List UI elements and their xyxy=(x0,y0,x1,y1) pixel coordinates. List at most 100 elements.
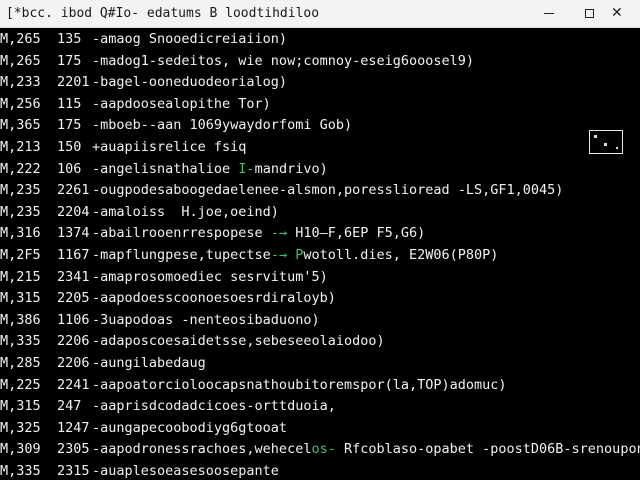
log-message-text: -madog1-sedeitos, wie now;comnoy-eseig6o… xyxy=(92,52,475,69)
log-timestamp: M,285 xyxy=(0,355,41,371)
log-timestamp: M,222 xyxy=(0,160,41,177)
log-message-text: -aapodronessrachoes,wehecel xyxy=(92,441,312,458)
log-message: -abailrooenrrespopese -→ H10‒F,6EP F5,G6… xyxy=(92,224,425,242)
log-message-text: -ougpodesaboogedaelenee-alsmon,poresslio… xyxy=(92,182,564,199)
mouse-cursor-overlay xyxy=(589,130,623,154)
log-message-text: -aaprisdcodadcicoes-orttduoia, xyxy=(92,398,336,415)
log-message-text: H10‒F,6EP F5,G6) xyxy=(287,225,426,242)
log-pid: 1374 xyxy=(57,225,90,242)
log-message: -amaloiss H.joe,oeind) xyxy=(92,203,279,221)
log-pid: 2261 xyxy=(57,182,90,199)
log-message-text: -aapdoosealopithe Tor) xyxy=(92,95,271,112)
terminal-window: [*bcc. ibod Q#Io- edatums B loodtihdiloo… xyxy=(0,0,640,480)
log-pid: 150 xyxy=(57,139,82,155)
log-message-text: -aapodoesscoonoesoesrdiraloyb) xyxy=(92,290,336,307)
log-message: -aaprisdcodadcicoes-orttduoia, xyxy=(92,397,336,415)
log-message-text: -3uapodoas -nenteosibaduono) xyxy=(92,311,320,328)
log-message: -adaposcoesaidetsse,sebeseeolaiodoo) xyxy=(92,332,385,350)
log-highlight: -→ P xyxy=(270,247,304,263)
log-message-text: -aungapecoobodiyg6gtooat xyxy=(92,419,288,436)
log-message-text: -auaplesoeasesoosepante xyxy=(92,463,279,479)
log-pid: 135 xyxy=(57,31,82,47)
log-message: -amaprosomoediec sesrvitum'5) xyxy=(92,268,328,286)
log-message: -mapflungpese,tupectse-→ Pwotoll.dies, E… xyxy=(92,246,498,264)
log-pid: 175 xyxy=(57,52,82,69)
log-message: -aapodoesscoonoesoesrdiraloyb) xyxy=(92,289,336,307)
log-pid: 1106 xyxy=(57,311,90,328)
log-message: +auapiisrelice fsiq xyxy=(92,138,246,156)
log-message: -bagel-ooneduodeorialog) xyxy=(92,73,287,91)
log-timestamp: M,265 xyxy=(0,52,41,69)
log-message-text: -adaposcoesaidetsse,sebeseeolaiodoo) xyxy=(92,333,385,350)
log-timestamp: M,335 xyxy=(0,463,41,479)
cursor-dot xyxy=(604,143,607,146)
log-timestamp: M,235 xyxy=(0,182,41,199)
log-message: -aapodronessrachoes,wehecelos- Rfcoblaso… xyxy=(92,440,640,458)
log-message: -aungilabedaug xyxy=(92,354,206,372)
log-timestamp: M,316 xyxy=(0,225,41,242)
log-pid: 1167 xyxy=(57,247,90,263)
log-message-text: -aapoatorcioloocapsnathoubitoremspor(la,… xyxy=(92,376,507,393)
log-pid: 2315 xyxy=(57,463,90,479)
close-icon: ✕ xyxy=(611,5,623,21)
close-button[interactable]: ✕ xyxy=(601,0,639,28)
title-bar[interactable]: [*bcc. ibod Q#Io- edatums B loodtihdiloo… xyxy=(0,0,640,28)
log-pid: 115 xyxy=(57,95,82,112)
log-message-text: -amaprosomoediec sesrvitum'5) xyxy=(92,268,328,285)
log-message: -aungapecoobodiyg6gtooat xyxy=(92,419,287,437)
log-pid: 175 xyxy=(57,117,82,134)
log-message-text: -mboeb--aan 1069ywaydorfomi Gob) xyxy=(92,117,353,134)
log-timestamp: M,233 xyxy=(0,74,41,91)
log-pid: 247 xyxy=(57,398,82,415)
log-timestamp: M,265 xyxy=(0,31,41,47)
log-message: -amaog Snooedicreiaiion) xyxy=(92,30,287,48)
log-pid: 2341 xyxy=(57,268,90,285)
log-message-text: Rfcoblaso-opabet -poostD06B-srenoupone xyxy=(335,441,640,458)
cursor-dot xyxy=(616,147,618,149)
log-timestamp: M,225 xyxy=(0,376,41,393)
log-timestamp: M,215 xyxy=(0,268,41,285)
log-highlight: os- xyxy=(311,441,336,458)
log-pid: 106 xyxy=(57,160,82,177)
log-timestamp: M,315 xyxy=(0,398,41,415)
log-pid: 2206 xyxy=(57,355,90,371)
log-timestamp: M,315 xyxy=(0,290,41,307)
maximize-icon xyxy=(585,9,594,18)
log-highlight: -→ xyxy=(270,225,288,242)
log-pid: 2205 xyxy=(57,290,90,307)
log-message: -madog1-sedeitos, wie now;comnoy-eseig6o… xyxy=(92,52,474,70)
log-pid: 2241 xyxy=(57,376,90,393)
window-title: [*bcc. ibod Q#Io- edatums B loodtihdiloo xyxy=(6,6,320,21)
log-message-text: +auapiisrelice fsiq xyxy=(92,139,247,155)
log-message: -3uapodoas -nenteosibaduono) xyxy=(92,311,320,329)
log-timestamp: M,213 xyxy=(0,139,41,155)
log-message: -mboeb--aan 1069ywaydorfomi Gob) xyxy=(92,116,352,134)
log-timestamp: M,325 xyxy=(0,419,41,436)
log-pid: 2305 xyxy=(57,441,90,458)
log-message-text: -amaloiss H.joe,oeind) xyxy=(92,203,279,220)
log-pid: 1247 xyxy=(57,419,90,436)
log-message-text: -angelisnathalioe xyxy=(92,160,239,177)
log-timestamp: M,2F5 xyxy=(0,247,41,263)
log-timestamp: M,365 xyxy=(0,117,41,134)
log-message: -ougpodesaboogedaelenee-alsmon,poresslio… xyxy=(92,181,563,199)
log-message-text: -bagel-ooneduodeorialog) xyxy=(92,74,288,91)
log-message: -angelisnathalioe I-mandrivo) xyxy=(92,160,328,178)
terminal-output[interactable]: M,265 135 -amaog Snooedicreiaiion) M,265 175… xyxy=(0,28,640,480)
minimize-icon xyxy=(544,13,554,14)
log-message-text: -amaog Snooedicreiaiion) xyxy=(92,31,288,47)
log-message-text: -abailrooenrrespopese xyxy=(92,225,271,242)
log-pid: 2206 xyxy=(57,333,90,350)
cursor-dot xyxy=(594,135,597,138)
log-message-text: -mapflungpese,tupectse xyxy=(92,247,271,263)
log-message-text: -aungilabedaug xyxy=(92,355,206,371)
log-timestamp: M,309 xyxy=(0,441,41,458)
minimize-button[interactable] xyxy=(530,0,568,28)
log-pid: 2204 xyxy=(57,203,90,220)
log-timestamp: M,256 xyxy=(0,95,41,112)
log-message: -auaplesoeasesoosepante xyxy=(92,462,279,480)
log-highlight: I- xyxy=(238,160,255,177)
log-pid: 2201 xyxy=(57,74,90,91)
log-message-text: mandrivo) xyxy=(254,160,328,177)
log-timestamp: M,235 xyxy=(0,203,41,220)
